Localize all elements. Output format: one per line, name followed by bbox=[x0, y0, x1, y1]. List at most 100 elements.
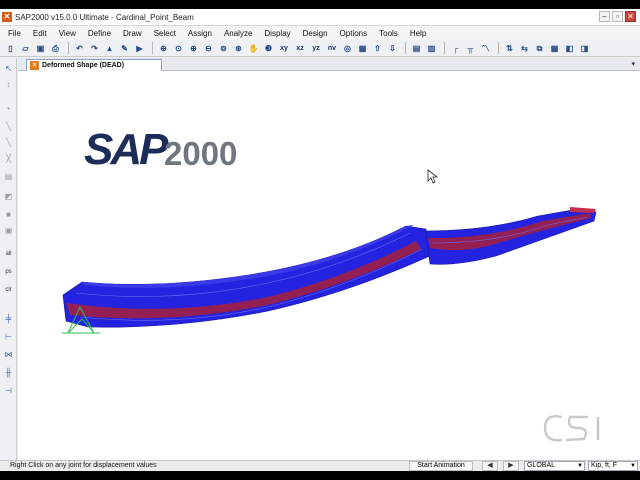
menu-analyze[interactable]: Analyze bbox=[224, 29, 252, 38]
poly-area-icon[interactable]: ◩ bbox=[2, 190, 15, 203]
down-arrow-icon[interactable]: ⇩ bbox=[386, 42, 399, 55]
toolbar-separator bbox=[68, 42, 69, 54]
menu-display[interactable]: Display bbox=[264, 29, 290, 38]
menu-file[interactable]: File bbox=[8, 29, 21, 38]
restore-view-icon[interactable]: ⊙ bbox=[172, 42, 185, 55]
logo-2000: 2000 bbox=[164, 135, 237, 172]
units-select[interactable]: Kip, ft, F ▼ bbox=[588, 461, 638, 471]
draw-cable-icon[interactable]: ╲ bbox=[2, 136, 15, 149]
tab-deformed-shape[interactable]: ✕ Deformed Shape (DEAD) bbox=[26, 59, 162, 71]
table-icon[interactable]: ▦ bbox=[548, 42, 561, 55]
start-animation-button[interactable]: Start Animation bbox=[409, 461, 473, 471]
assign-icon[interactable]: ▥ bbox=[425, 42, 438, 55]
title-bar: ✕ SAP2000 v15.0.0 Ultimate - Cardinal_Po… bbox=[0, 9, 640, 26]
new-model-icon[interactable]: ▯ bbox=[4, 42, 17, 55]
pointer-icon[interactable]: ↖ bbox=[2, 62, 15, 75]
snap-icon[interactable]: ╫ bbox=[2, 366, 15, 379]
menu-select[interactable]: Select bbox=[154, 29, 176, 38]
view-xy-button[interactable]: xy bbox=[277, 42, 291, 55]
window-controls: – ▫ ✕ bbox=[599, 11, 636, 22]
toolbar-separator bbox=[152, 42, 153, 54]
minimize-button[interactable]: – bbox=[599, 11, 610, 22]
menu-edit[interactable]: Edit bbox=[33, 29, 47, 38]
forces-icon[interactable]: ⇅ bbox=[503, 42, 516, 55]
rubberband-icon[interactable]: ◎ bbox=[341, 42, 354, 55]
toolbar-separator bbox=[405, 42, 406, 54]
reshape-icon[interactable]: ↕ bbox=[2, 78, 15, 91]
sap2000-logo: SAP 2000 bbox=[84, 125, 237, 174]
view-nv-button[interactable]: nv bbox=[325, 42, 339, 55]
deformed-shape-view[interactable]: SAP 2000 bbox=[18, 71, 640, 460]
check-icon[interactable]: ◨ bbox=[578, 42, 591, 55]
stress-icon[interactable]: ⇆ bbox=[518, 42, 531, 55]
view-xz-button[interactable]: xz bbox=[293, 42, 307, 55]
main-toolbar: ▯ ▱ ▣ ⎙ ↶ ↷ ▴ ✎ ▶ ⊕ ⊙ ⊕ ⊖ ⊚ ⊛ ✋ ❸ xy xz … bbox=[0, 40, 640, 57]
redo-icon[interactable]: ↷ bbox=[88, 42, 101, 55]
frame-icon[interactable]: ┌ bbox=[449, 42, 462, 55]
joint-icon[interactable]: • bbox=[2, 102, 15, 115]
3d-view-icon[interactable]: ❸ bbox=[262, 42, 275, 55]
coord-system-select[interactable]: GLOBAL ▼ bbox=[524, 461, 585, 471]
brace-icon[interactable]: ╳ bbox=[2, 152, 15, 165]
menu-draw[interactable]: Draw bbox=[123, 29, 142, 38]
csi-watermark bbox=[543, 414, 600, 442]
menu-tools[interactable]: Tools bbox=[379, 29, 398, 38]
pin-icon[interactable]: ⊢ bbox=[2, 330, 15, 343]
zoom-previous-icon[interactable]: ⊛ bbox=[232, 42, 245, 55]
zoom-in-icon[interactable]: ⊕ bbox=[187, 42, 200, 55]
model-viewport[interactable]: SAP 2000 bbox=[18, 71, 640, 460]
left-toolbar: ↖ ↕ • ╲ ╲ ╳ ▤ ◩ ■ ▣ all ps clr ╪ ⊢ ⋈ ╫ ⊣ bbox=[0, 58, 17, 460]
tab-dropdown-icon[interactable]: ▾ bbox=[631, 60, 635, 68]
pan-icon[interactable]: ✋ bbox=[247, 42, 260, 55]
rect-area-icon[interactable]: ■ bbox=[2, 208, 15, 221]
release-icon[interactable]: ⋈ bbox=[2, 348, 15, 361]
set-display-options-icon[interactable]: ▤ bbox=[410, 42, 423, 55]
zoom-full-icon[interactable]: ⊚ bbox=[217, 42, 230, 55]
mouse-cursor-icon bbox=[427, 169, 439, 184]
window-title: SAP2000 v15.0.0 Ultimate - Cardinal_Poin… bbox=[15, 13, 194, 22]
status-message: Right Click on any joint for displacemen… bbox=[10, 462, 157, 469]
deformed-shape-tab-icon: ✕ bbox=[30, 61, 39, 70]
menu-design[interactable]: Design bbox=[303, 29, 328, 38]
print-icon[interactable]: ⎙ bbox=[49, 42, 62, 55]
chevron-down-icon: ▼ bbox=[630, 463, 636, 469]
next-case-button[interactable]: ▶ bbox=[503, 461, 519, 471]
toolbar-separator bbox=[444, 42, 445, 54]
section-cut-icon[interactable]: ⧉ bbox=[533, 42, 546, 55]
up-arrow-icon[interactable]: ⇧ bbox=[371, 42, 384, 55]
previous-case-button[interactable]: ◀ bbox=[482, 461, 498, 471]
menu-help[interactable]: Help bbox=[410, 29, 426, 38]
design-icon[interactable]: ◧ bbox=[563, 42, 576, 55]
pencil-icon[interactable]: ✎ bbox=[118, 42, 131, 55]
portal-icon[interactable]: ╥ bbox=[464, 42, 477, 55]
lock-icon[interactable]: ▴ bbox=[103, 42, 116, 55]
logo-sap: SAP bbox=[84, 125, 169, 174]
solid-icon[interactable]: ▣ bbox=[2, 224, 15, 237]
menu-options[interactable]: Options bbox=[340, 29, 368, 38]
fixed-icon[interactable]: ⊣ bbox=[2, 384, 15, 397]
run-analysis-icon[interactable]: ▶ bbox=[133, 42, 146, 55]
deformed-shape-icon[interactable]: 〽 bbox=[479, 42, 492, 55]
menu-assign[interactable]: Assign bbox=[188, 29, 212, 38]
units-value: Kip, ft, F bbox=[591, 462, 618, 469]
menu-view[interactable]: View bbox=[59, 29, 76, 38]
undo-icon[interactable]: ↶ bbox=[73, 42, 86, 55]
restraint-icon[interactable]: ╪ bbox=[2, 312, 15, 325]
close-button[interactable]: ✕ bbox=[625, 11, 636, 22]
tab-label: Deformed Shape (DEAD) bbox=[42, 62, 125, 69]
open-icon[interactable]: ▱ bbox=[19, 42, 32, 55]
sap-app-icon[interactable]: ✕ bbox=[2, 12, 12, 22]
perspective-icon[interactable]: ▦ bbox=[356, 42, 369, 55]
maximize-button[interactable]: ▫ bbox=[612, 11, 623, 22]
menu-define[interactable]: Define bbox=[88, 29, 111, 38]
status-bar: Right Click on any joint for displacemen… bbox=[0, 460, 640, 471]
clear-select-button[interactable]: clr bbox=[2, 284, 15, 297]
save-icon[interactable]: ▣ bbox=[34, 42, 47, 55]
select-all-button[interactable]: all bbox=[2, 248, 15, 261]
draw-frame-icon[interactable]: ╲ bbox=[2, 120, 15, 133]
previous-select-button[interactable]: ps bbox=[2, 266, 15, 279]
grid-area-icon[interactable]: ▤ bbox=[2, 170, 15, 183]
zoom-out-icon[interactable]: ⊖ bbox=[202, 42, 215, 55]
view-yz-button[interactable]: yz bbox=[309, 42, 323, 55]
zoom-window-icon[interactable]: ⊕ bbox=[157, 42, 170, 55]
